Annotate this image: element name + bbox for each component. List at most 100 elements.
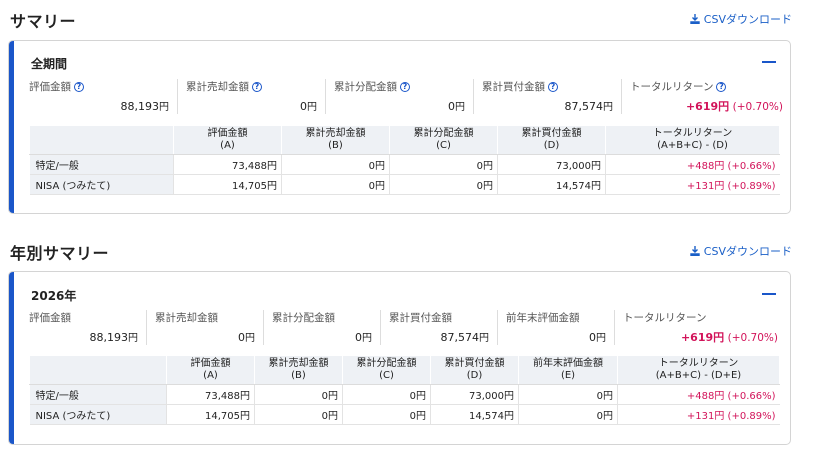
- header-bottom: (B): [291, 370, 306, 381]
- header-bottom: (C): [379, 370, 394, 381]
- summary-all-period-card: 全期間 評価金額? 88,193円 累計売却金額? 0円 累計分配金額? 0円 …: [8, 40, 791, 214]
- metric-unit: 円: [596, 333, 606, 344]
- total-return-value: +619: [685, 100, 719, 113]
- header-top: 累計買付金額: [444, 358, 505, 369]
- metric-value: 87,574: [564, 100, 604, 113]
- row-label: 特定/一般: [29, 384, 167, 405]
- metric-cumulative-purchase: 累計買付金額? 87,574円: [473, 79, 621, 114]
- table-cell: 0円: [342, 384, 431, 405]
- header-bottom: (D): [543, 140, 560, 151]
- yearly-csv-download-link[interactable]: CSVダウンロード: [690, 243, 792, 259]
- metric-value: 87,574: [440, 331, 480, 344]
- metric-label: 累計分配金額: [272, 312, 335, 324]
- metric-valuation: 評価金額 88,193円: [29, 310, 146, 345]
- header-top: 累計売却金額: [268, 358, 329, 369]
- table-header-cell: 累計買付金額 (D): [497, 125, 606, 155]
- metric-label: 累計買付金額: [482, 81, 545, 93]
- header-top: 累計分配金額: [356, 358, 417, 369]
- help-icon[interactable]: ?: [716, 81, 727, 92]
- metric-total-return: トータルリターン? +619円 (+0.70%): [621, 79, 790, 114]
- metric-cumulative-sales: 累計売却金額 0円: [146, 310, 263, 345]
- table-cell: 0円: [281, 154, 390, 175]
- metric-total-return: トータルリターン +619円 (+0.70%): [614, 310, 786, 345]
- metric-label: 評価金額: [29, 81, 71, 93]
- metric-value: 88,193: [120, 100, 160, 113]
- summary-breakdown-table: 評価金額 (A) 累計売却金額 (B) 累計分配金額 (C) 累計買付金額 (D) トー…: [29, 125, 780, 195]
- card-title: 2026年: [31, 289, 77, 303]
- total-return-unit: 円: [718, 100, 730, 113]
- card-accent-bar: [9, 41, 14, 213]
- table-header-cell: 評価金額 (A): [166, 355, 255, 385]
- metric-label: 評価金額: [29, 312, 71, 324]
- table-cell: 0円: [389, 174, 498, 195]
- header-bottom: (A): [203, 370, 218, 381]
- return-cell: +488円 (+0.66%): [605, 154, 780, 175]
- table-cell: 14,705円: [173, 174, 282, 195]
- header-top: 前年末評価金額: [533, 358, 603, 369]
- total-return-percent: (+0.70%): [732, 101, 783, 113]
- help-icon[interactable]: ?: [400, 81, 410, 92]
- row-label: 特定/一般: [29, 154, 174, 175]
- help-icon[interactable]: ?: [252, 81, 262, 92]
- table-header-cell: 累計売却金額 (B): [281, 125, 390, 155]
- header-bottom: (A): [220, 140, 235, 151]
- header-bottom: (E): [560, 370, 576, 381]
- yearly-breakdown-table: 評価金額 (A) 累計売却金額 (B) 累計分配金額 (C) 累計買付金額 (D) 前年…: [29, 355, 780, 425]
- table-cell: 0円: [281, 174, 390, 195]
- summary-metrics: 評価金額? 88,193円 累計売却金額? 0円 累計分配金額? 0円 累計買付…: [29, 79, 783, 114]
- table-row: NISA (つみたて) 14,705円 0円 0円 14,574円 0円 +13…: [29, 404, 780, 425]
- metric-cumulative-sales: 累計売却金額? 0円: [177, 79, 325, 114]
- header-top: 累計売却金額: [305, 128, 366, 139]
- help-icon[interactable]: ?: [548, 81, 558, 92]
- metric-label: 累計買付金額: [389, 312, 452, 324]
- table-cell: 0円: [254, 404, 343, 425]
- header-top: 評価金額: [207, 128, 248, 139]
- card-accent-bar: [9, 272, 14, 444]
- table-cell: 0円: [518, 384, 618, 405]
- header-top: 評価金額: [190, 358, 231, 369]
- metric-unit: 円: [455, 102, 465, 113]
- metric-cumulative-purchase: 累計買付金額 87,574円: [380, 310, 497, 345]
- table-header-row: 評価金額 (A) 累計売却金額 (B) 累計分配金額 (C) 累計買付金額 (D) 前年…: [29, 355, 780, 385]
- metric-unit: 円: [362, 333, 372, 344]
- collapse-icon[interactable]: [762, 61, 776, 63]
- metric-label: トータルリターン: [630, 81, 714, 93]
- metric-unit: 円: [128, 333, 138, 344]
- metric-value: 0: [589, 331, 596, 344]
- header-bottom: (A+B+C) - (D): [657, 140, 728, 151]
- csv-download-label: CSVダウンロード: [703, 13, 792, 26]
- table-header-cell: 前年末評価金額 (E): [518, 355, 618, 385]
- return-cell: +131円 (+0.89%): [617, 404, 780, 425]
- metric-cumulative-distribution: 累計分配金額? 0円: [325, 79, 473, 114]
- row-label: NISA (つみたて): [29, 174, 174, 195]
- metric-unit: 円: [245, 333, 255, 344]
- csv-download-label: CSVダウンロード: [703, 245, 792, 258]
- summary-csv-download-link[interactable]: CSVダウンロード: [690, 11, 792, 27]
- collapse-icon[interactable]: [762, 293, 776, 295]
- total-return-percent: (+0.70%): [727, 332, 778, 344]
- table-cell: 14,574円: [430, 404, 519, 425]
- header-top: 累計買付金額: [521, 128, 582, 139]
- return-cell: +488円 (+0.66%): [617, 384, 780, 405]
- table-cell: 14,574円: [497, 174, 606, 195]
- table-cell: 0円: [518, 404, 618, 425]
- download-icon: [690, 14, 700, 24]
- table-row: NISA (つみたて) 14,705円 0円 0円 14,574円 +131円 …: [29, 174, 780, 195]
- help-icon[interactable]: ?: [74, 81, 84, 92]
- total-return-value: +619: [680, 331, 714, 344]
- card-title: 全期間: [31, 57, 68, 71]
- table-header-cell: [29, 125, 174, 155]
- metric-label: 累計売却金額: [186, 81, 249, 93]
- table-header-cell: 評価金額 (A): [173, 125, 282, 155]
- metric-label: 累計売却金額: [155, 312, 218, 324]
- metric-value: 0: [238, 331, 245, 344]
- yearly-metrics: 評価金額 88,193円 累計売却金額 0円 累計分配金額 0円 累計買付金額 …: [29, 310, 780, 345]
- metric-prev-year-valuation: 前年末評価金額 0円: [497, 310, 614, 345]
- table-cell: 0円: [254, 384, 343, 405]
- metric-value: 0: [448, 100, 455, 113]
- yearly-section-title: 年別サマリー: [10, 244, 110, 263]
- table-row: 特定/一般 73,488円 0円 0円 73,000円 +488円 (+0.66…: [29, 154, 780, 175]
- header-bottom: (A+B+C) - (D+E): [655, 370, 742, 381]
- table-header-cell: [29, 355, 167, 385]
- table-cell: 73,488円: [173, 154, 282, 175]
